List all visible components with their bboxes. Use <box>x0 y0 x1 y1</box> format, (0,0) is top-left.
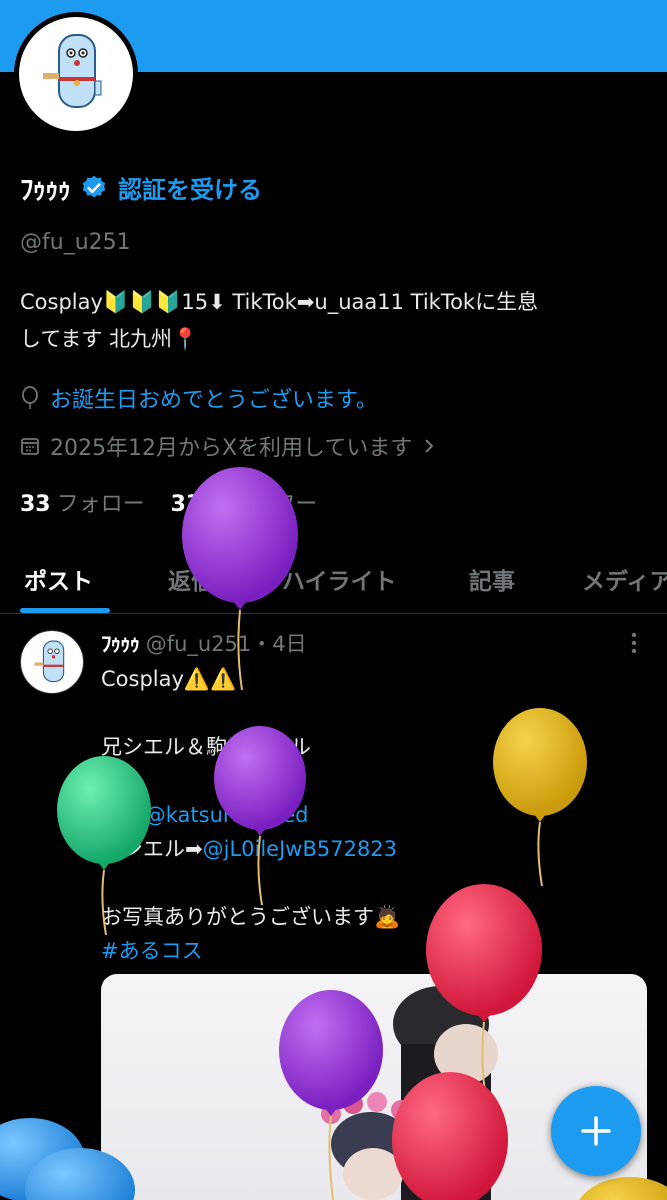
profile-tabs: ポスト 返信 ハイライト 記事 メディア <box>0 548 667 614</box>
tab-media[interactable]: メディア <box>582 562 667 596</box>
follow-counts: 33 フォロー 33 フォロワー <box>20 486 317 518</box>
mention-jl0ile[interactable]: @jL0ileJwB572823 <box>203 837 397 861</box>
tab-posts[interactable]: ポスト <box>24 562 93 596</box>
post-photo[interactable] <box>101 974 647 1200</box>
post-line-2: 兄シエル＆駒鳥シエル <box>101 735 311 759</box>
followers-link[interactable]: 33 フォロワー <box>171 486 318 518</box>
post-author-meta: @fu_u251・4日 <box>145 632 307 656</box>
following-count: 33 <box>20 492 51 517</box>
post-line-4: 兄シエル➡@jL0ileJwB572823 <box>101 832 641 866</box>
profile-name-row: ﾌｩｩｩ 認証を受ける <box>20 168 262 207</box>
display-name: ﾌｩｩｩ <box>20 175 71 206</box>
post-line-5: お写真ありがとうございます🙇 <box>101 905 401 929</box>
mention-katsuragi[interactable]: @katsuragi_red <box>145 803 309 827</box>
post-avatar[interactable] <box>20 630 84 694</box>
joined-row[interactable]: 2025年12月からXを利用しています <box>20 430 436 462</box>
tab-replies[interactable]: 返信 <box>168 562 214 596</box>
profile-bio: Cosplay🔰🔰🔰15⬇ TikTok➡u_uaa11 TikTokに生息 し… <box>20 284 650 358</box>
following-link[interactable]: 33 フォロー <box>20 486 145 518</box>
avatar-character-icon <box>43 34 102 108</box>
balloon-icon <box>22 386 38 409</box>
active-tab-indicator <box>20 608 110 613</box>
profile-avatar[interactable] <box>14 12 138 136</box>
bio-line-2: してます 北九州📍 <box>20 327 199 351</box>
calendar-icon <box>21 438 39 455</box>
verified-badge-icon[interactable] <box>80 174 108 202</box>
hashtag-link[interactable]: #あるコス <box>101 934 641 968</box>
plus-icon <box>581 1116 611 1146</box>
bio-line-1: Cosplay🔰🔰🔰15⬇ TikTok➡u_uaa11 TikTokに生息 <box>20 290 539 314</box>
more-options-icon[interactable] <box>626 630 642 656</box>
birthday-row[interactable]: お誕生日おめでとうございます。 <box>20 382 378 414</box>
joined-text: 2025年12月からXを利用しています <box>50 436 413 461</box>
camera-prefix: 📷➡ <box>101 803 145 827</box>
post-author-name[interactable]: ﾌｩｩｩ <box>101 632 140 656</box>
chevron-right-icon[interactable] <box>422 437 436 455</box>
cosplay-photo-image <box>321 986 498 1200</box>
post-body: Cosplay⚠️⚠️ 兄シエル＆駒鳥シエル 📷➡@katsuragi_red … <box>101 662 641 968</box>
tab-articles[interactable]: 記事 <box>469 562 515 596</box>
birthday-text[interactable]: お誕生日おめでとうございます。 <box>50 382 378 414</box>
post-line-3: 📷➡@katsuragi_red <box>101 798 641 832</box>
profile-handle: @fu_u251 <box>20 230 131 255</box>
tab-highlights[interactable]: ハイライト <box>282 562 397 596</box>
compose-fab-button[interactable] <box>551 1086 641 1176</box>
followers-count: 33 <box>170 492 202 517</box>
line4-prefix: 兄シエル➡ <box>101 837 203 861</box>
followers-label: フォロワー <box>207 492 318 517</box>
post-header: ﾌｩｩｩ @fu_u251・4日 <box>101 628 307 658</box>
get-verified-link[interactable]: 認証を受ける <box>118 170 262 205</box>
following-label: フォロー <box>56 492 145 517</box>
avatar-character-icon <box>34 640 65 683</box>
post-line-1: Cosplay⚠️⚠️ <box>101 667 237 691</box>
